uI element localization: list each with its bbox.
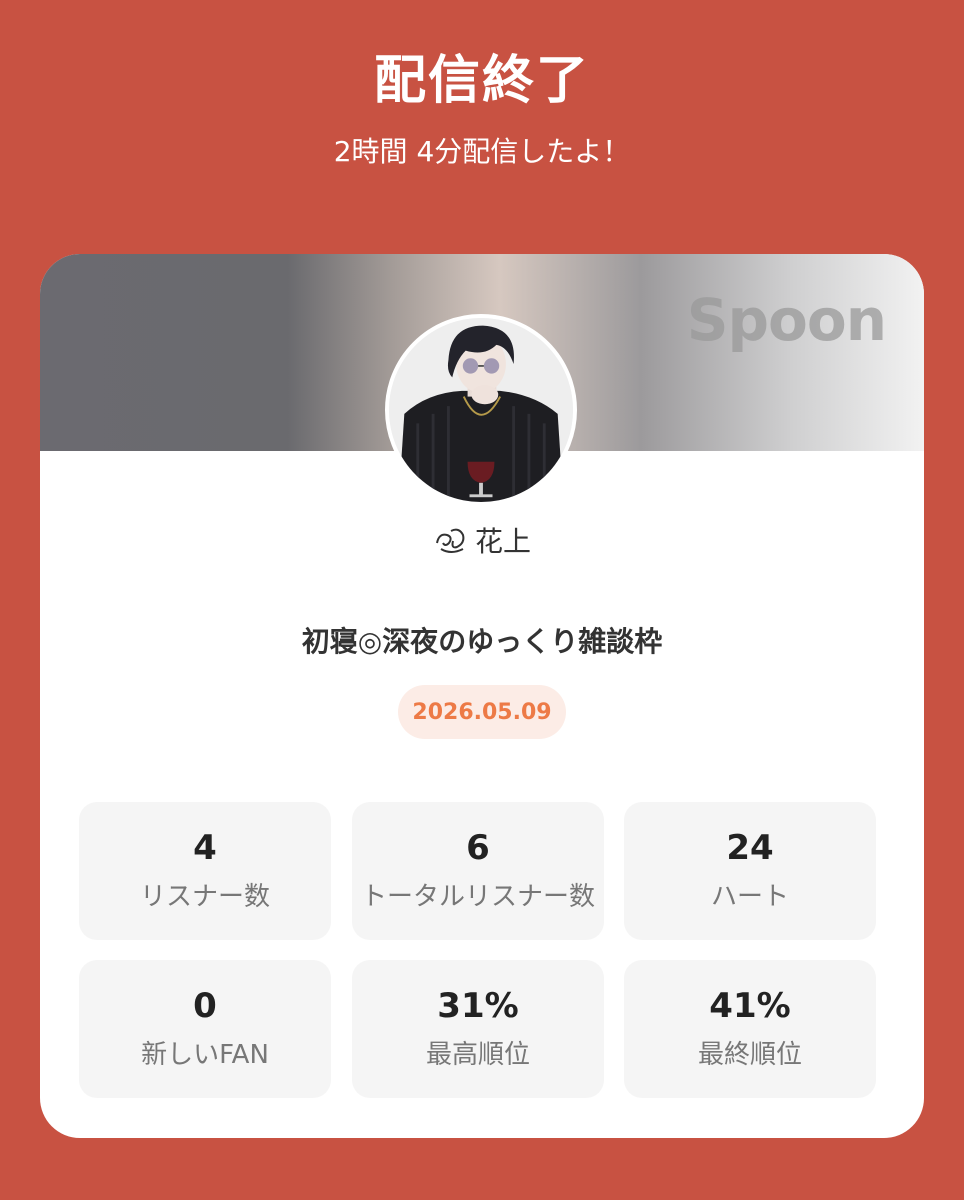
stat-value: 0: [193, 986, 217, 1026]
stat-final-rank: 41% 最終順位: [624, 960, 876, 1098]
stat-label: リスナー数: [139, 882, 270, 912]
stat-value: 24: [726, 828, 774, 868]
brand-logo: Spoon: [686, 286, 887, 354]
swirl-decoration-icon: [436, 528, 465, 553]
page-title: 配信終了: [373, 51, 590, 111]
avatar-image: [389, 318, 573, 502]
broadcast-duration: 2時間 4分配信したよ！: [333, 135, 631, 168]
date-badge: 2026.05.09: [398, 685, 566, 739]
stream-title: 初寝◎深夜のゆっくり雑談枠: [301, 625, 663, 658]
avatar[interactable]: [385, 314, 577, 506]
stat-label: 最高順位: [425, 1040, 530, 1070]
user-name-row: 花上: [40, 520, 924, 560]
stat-label: 新しいFAN: [141, 1040, 269, 1070]
stat-label: ハート: [710, 882, 789, 912]
summary-card: Spoon 花上 初寝◎深夜のゆっくり雑談枠 2026.05.09 4 リスナー…: [40, 254, 924, 1138]
stat-listeners: 4 リスナー数: [79, 802, 331, 940]
user-name[interactable]: 花上: [475, 520, 531, 560]
stat-new-fans: 0 新しいFAN: [79, 960, 331, 1098]
stat-value: 31%: [437, 986, 519, 1026]
stat-value: 6: [466, 828, 490, 868]
stat-label: トータルリスナー数: [360, 882, 595, 912]
stat-value: 41%: [709, 986, 791, 1026]
stat-value: 4: [193, 828, 217, 868]
stat-label: 最終順位: [697, 1040, 802, 1070]
stat-total-listeners: 6 トータルリスナー数: [352, 802, 604, 940]
stat-hearts: 24 ハート: [624, 802, 876, 940]
stat-highest-rank: 31% 最高順位: [352, 960, 604, 1098]
